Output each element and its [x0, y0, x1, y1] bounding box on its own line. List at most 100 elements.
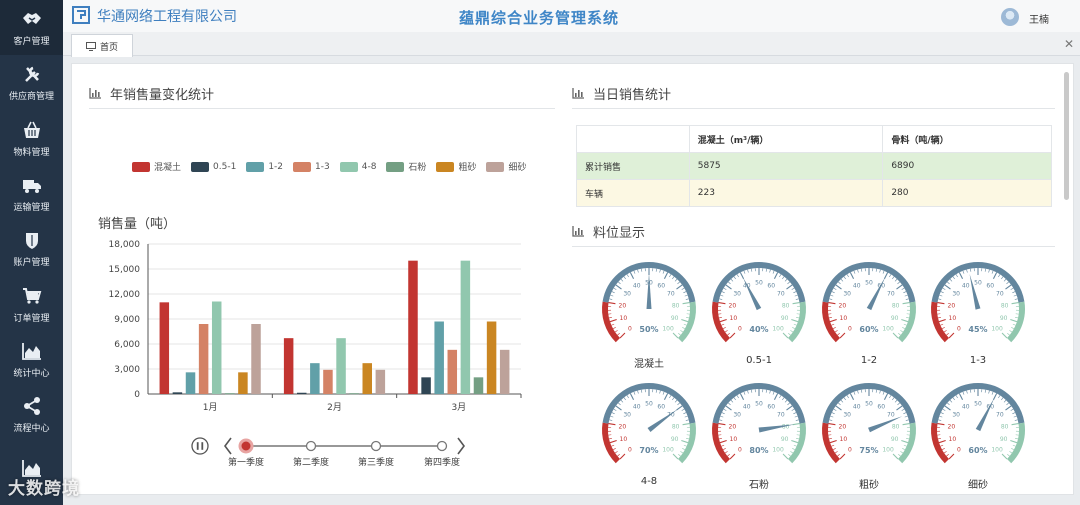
sidebar-item[interactable]: 供应商管理 — [0, 55, 63, 110]
bar[interactable] — [310, 363, 320, 394]
bin-gauge: 010 20 3040 50 6070 80 90 100 45% — [931, 262, 1025, 343]
gauge-tick — [834, 330, 838, 333]
legend-label: 细砂 — [508, 163, 527, 173]
timeline-node[interactable] — [305, 440, 317, 452]
bar[interactable] — [211, 301, 222, 395]
gauge-scale-label: 20 — [619, 423, 627, 430]
gauge-tick — [828, 316, 832, 319]
sidebar-item[interactable]: 客户管理 — [0, 0, 63, 56]
bar[interactable] — [349, 393, 359, 395]
sidebar-item[interactable]: 账户管理 — [0, 221, 63, 276]
gauge-tick — [941, 327, 945, 330]
gauge-tick — [1009, 330, 1013, 333]
gauge-value: 75% — [859, 446, 878, 455]
gauge-tick — [991, 270, 994, 274]
prev-arrow-icon[interactable] — [224, 437, 232, 455]
gauge-scale-label: 70 — [996, 291, 1004, 298]
legend-label: 1-2 — [268, 161, 284, 172]
bar[interactable] — [198, 324, 209, 394]
next-arrow-icon[interactable] — [457, 437, 465, 455]
gauge-tick — [958, 272, 964, 279]
gauge-tick — [906, 316, 910, 319]
legend-item[interactable]: 细砂 — [486, 160, 526, 173]
avatar[interactable] — [1001, 8, 1019, 26]
sidebar-item[interactable]: 流程中心 — [0, 387, 63, 442]
gauge-tick — [828, 302, 836, 305]
bar[interactable] — [225, 393, 235, 395]
timeline-node[interactable] — [436, 440, 448, 452]
bar[interactable] — [283, 338, 294, 394]
bar[interactable] — [486, 321, 497, 395]
gauge-tick — [684, 294, 688, 297]
bar[interactable] — [336, 338, 346, 394]
bar[interactable] — [408, 260, 418, 394]
gauge-tick — [677, 402, 680, 406]
gauge-tick — [829, 298, 833, 300]
gauge-tick — [794, 415, 798, 418]
scrollbar[interactable] — [1064, 72, 1069, 200]
sidebar-item[interactable]: 订单管理 — [0, 276, 63, 331]
sidebar-item[interactable]: 运输管理 — [0, 166, 63, 221]
gauge-tick — [680, 330, 684, 333]
gauge-tick — [680, 451, 684, 454]
gauge-tick — [791, 408, 795, 411]
gauge-name: 1-3 — [969, 355, 987, 366]
bar[interactable] — [172, 392, 183, 394]
legend-label: 石粉 — [408, 163, 427, 173]
bar[interactable] — [297, 392, 307, 394]
bar[interactable] — [434, 321, 444, 395]
table-cell: 累计销售 — [576, 152, 690, 180]
gauge-name: 细砂 — [968, 480, 988, 491]
bar[interactable] — [460, 260, 471, 394]
close-all-tabs-icon[interactable]: ✕ — [1064, 37, 1074, 51]
tab-bar: 首页 ✕ — [63, 32, 1080, 57]
bar[interactable] — [185, 372, 196, 394]
gauge-tick — [903, 323, 907, 326]
gauge-tick — [727, 332, 730, 336]
sidebar-item[interactable]: 物料管理 — [0, 111, 63, 166]
bar[interactable] — [375, 369, 386, 394]
bar[interactable] — [447, 349, 458, 394]
bar[interactable] — [238, 372, 248, 394]
gauge-tick — [633, 391, 636, 395]
gauge-tick — [966, 269, 968, 273]
bar[interactable] — [323, 369, 333, 394]
legend-item[interactable]: 1-3 — [293, 160, 330, 173]
bar[interactable] — [159, 302, 170, 394]
bar[interactable] — [251, 324, 261, 394]
gauge-tick — [782, 453, 789, 460]
gauge-scale-label: 80 — [892, 302, 900, 309]
legend-item[interactable]: 粗砂 — [436, 160, 476, 173]
sidebar-item[interactable]: 统计中心 — [0, 332, 63, 387]
bar[interactable] — [421, 377, 431, 394]
bar[interactable] — [362, 363, 373, 394]
timeline-node[interactable] — [370, 440, 382, 452]
gauge-tick — [721, 412, 725, 415]
gauge-tick — [672, 453, 679, 460]
gauge-tick — [787, 402, 790, 406]
user-name[interactable]: 王楠 — [1029, 11, 1049, 26]
legend-item[interactable]: 1-2 — [246, 160, 283, 173]
bar[interactable] — [473, 377, 484, 394]
tab-home[interactable]: 首页 — [71, 34, 133, 57]
bar[interactable] — [499, 349, 510, 394]
gauge-tick — [685, 419, 689, 421]
table-cell: 车辆 — [576, 179, 690, 207]
legend-item[interactable]: 4-8 — [339, 160, 376, 173]
gauge-tick — [626, 274, 629, 278]
gauge-tick — [991, 391, 994, 395]
gauge-scale-label: 0 — [848, 326, 852, 333]
gauge-scale-label: 80 — [672, 423, 680, 430]
timeline-node[interactable] — [238, 438, 254, 454]
gauge-tick — [782, 276, 785, 280]
pause-button[interactable] — [191, 437, 209, 455]
gauge-tick — [796, 437, 800, 440]
monitor-icon — [85, 41, 96, 51]
gauge-tick — [1015, 437, 1019, 440]
legend-item[interactable]: 0.5-1 — [191, 160, 236, 173]
gauge-tick — [792, 302, 800, 305]
gauge-tick — [794, 294, 798, 297]
legend-item[interactable]: 混凝土 — [132, 160, 181, 173]
gauge-tick — [795, 298, 799, 300]
legend-item[interactable]: 石粉 — [386, 160, 426, 173]
